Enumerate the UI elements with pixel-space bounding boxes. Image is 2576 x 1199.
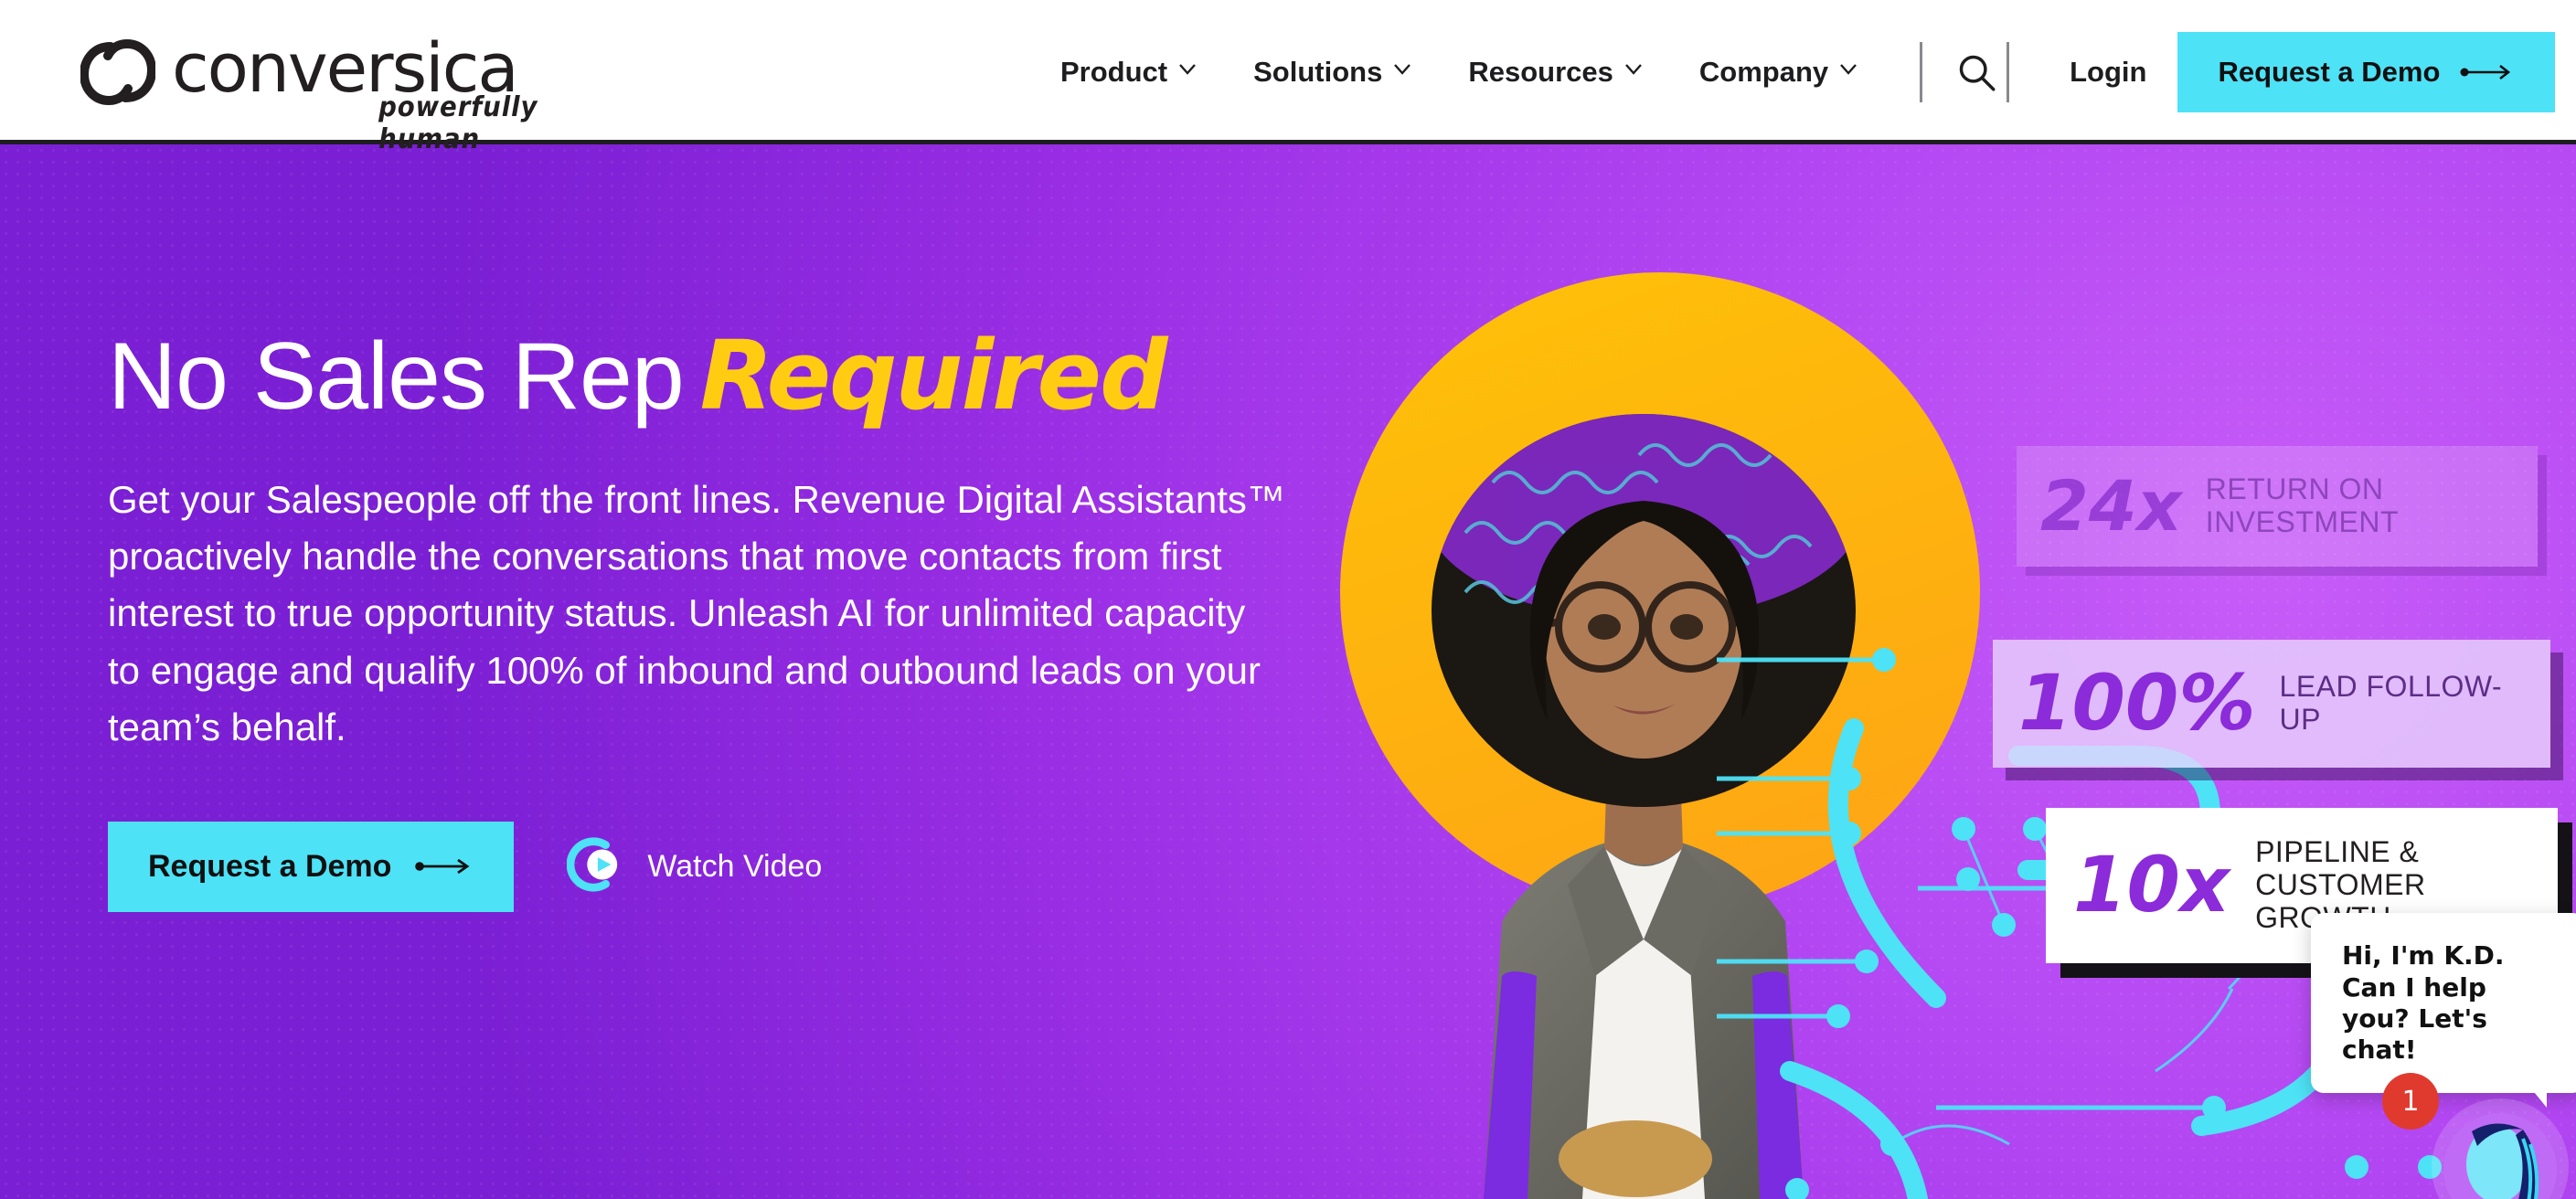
- stat-label: Lead Follow-up: [2279, 670, 2503, 736]
- stat-number: 24x: [2040, 464, 2182, 546]
- headline-accent: Required: [699, 320, 1168, 431]
- logo-tagline: powerfully human: [378, 91, 538, 155]
- headline-main: No Sales Rep: [108, 324, 685, 430]
- nav-divider-left: [1920, 42, 1923, 102]
- arrow-right-icon: [2460, 63, 2515, 81]
- chevron-down-icon: [1393, 60, 1411, 79]
- arrow-right-icon: [415, 857, 474, 875]
- hero-copy: No Sales Rep Required Get your Salespeopl…: [108, 326, 1324, 912]
- stat-card-lead-followup: 100% Lead Follow-up: [1993, 640, 2550, 768]
- main-navigation: Product Solutions Resources Company Logi…: [1060, 0, 2556, 144]
- request-demo-label: Request a Demo: [2218, 56, 2441, 88]
- request-demo-button-hero[interactable]: Request a Demo: [108, 821, 515, 912]
- watch-video-label: Watch Video: [647, 848, 823, 884]
- nav-divider-right: [2007, 42, 2010, 102]
- stat-number: 10x: [2073, 840, 2230, 930]
- nav-item-label: Resources: [1468, 56, 1613, 88]
- nav-item-resources[interactable]: Resources: [1468, 56, 1643, 89]
- chevron-down-icon: [1178, 60, 1197, 79]
- hero-subcopy: Get your Salespeople off the front lines…: [108, 478, 1285, 748]
- page-title: No Sales Rep Required: [108, 326, 1324, 426]
- search-icon[interactable]: [1952, 48, 2001, 97]
- hero-cta-row: Request a Demo Watch Video: [108, 821, 1324, 912]
- nav-item-solutions[interactable]: Solutions: [1253, 56, 1411, 89]
- play-circle-icon: [567, 836, 623, 897]
- request-demo-label: Request a Demo: [148, 848, 392, 884]
- login-link[interactable]: Login: [2070, 56, 2146, 89]
- site-header: conversica powerfully human Product Solu…: [0, 0, 2576, 155]
- nav-item-label: Company: [1698, 56, 1829, 88]
- nav-item-product[interactable]: Product: [1060, 56, 1197, 89]
- chat-message: Hi, I'm K.D. Can I help you? Let's chat!: [2311, 913, 2576, 1108]
- stat-number: 100%: [2018, 658, 2256, 748]
- stat-card-roi: 24x Return on Investment: [2017, 446, 2538, 567]
- nav-item-label: Solutions: [1253, 56, 1383, 88]
- chat-unread-badge: 1: [2382, 1073, 2439, 1130]
- request-demo-button-header[interactable]: Request a Demo: [2177, 32, 2556, 112]
- nav-item-company[interactable]: Company: [1699, 56, 1857, 89]
- logo[interactable]: conversica powerfully human: [79, 26, 556, 155]
- watch-video-button[interactable]: Watch Video: [567, 836, 822, 897]
- chevron-down-icon: [1839, 60, 1857, 79]
- stat-label: Return on Investment: [2205, 472, 2400, 538]
- hero-section: 24x Return on Investment 100% Lead Follo…: [0, 144, 2576, 1199]
- chevron-down-icon: [1624, 60, 1643, 79]
- nav-item-label: Product: [1060, 56, 1168, 88]
- conversica-loop-logo-icon: [79, 38, 157, 106]
